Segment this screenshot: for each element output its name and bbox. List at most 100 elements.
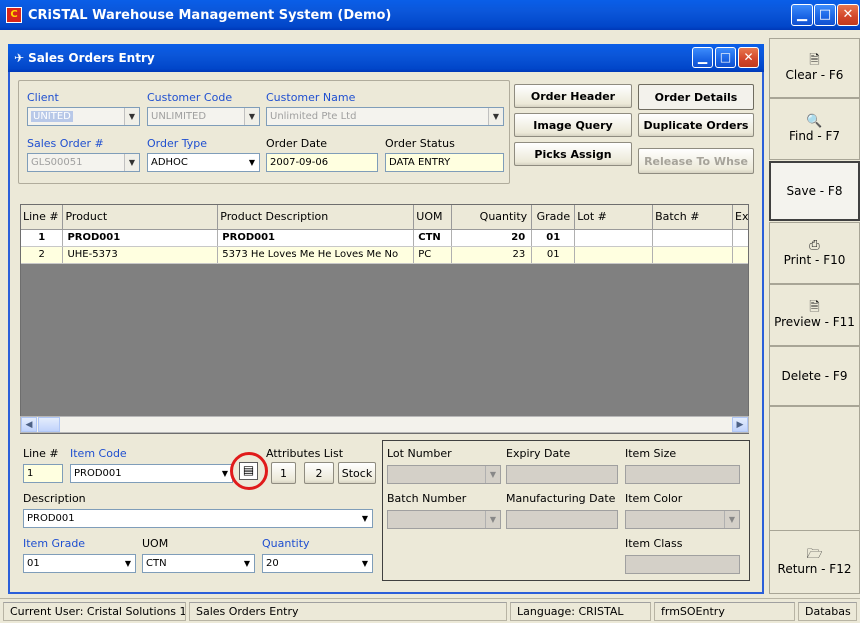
minimize-button[interactable]: ▁: [791, 4, 813, 26]
maximize-button[interactable]: □: [814, 4, 836, 26]
item-class-field[interactable]: [625, 555, 740, 574]
chevron-down-icon: ▼: [357, 555, 372, 572]
cell-product: UHE-5373: [62, 246, 219, 264]
print-preview-icon: 🗎: [809, 300, 820, 315]
close-button[interactable]: ✕: [837, 4, 859, 26]
cell-uom: PC: [413, 246, 453, 264]
order-status-value: DATA ENTRY: [389, 157, 451, 168]
description-label: Description: [23, 492, 86, 505]
customer-name-label: Customer Name: [266, 91, 356, 104]
column-header[interactable]: Product Description: [217, 205, 415, 230]
cell-batch: [652, 229, 733, 247]
uom-select[interactable]: CTN ▼: [142, 554, 255, 573]
order-date-field[interactable]: 2007-09-06: [266, 153, 378, 172]
batch-number-label: Batch Number: [387, 492, 467, 505]
delete-button[interactable]: Delete - F9: [769, 346, 860, 406]
clear-button[interactable]: 🗎 Clear - F6: [769, 38, 860, 98]
cell-grade: 01: [531, 246, 576, 264]
order-type-value: ADHOC: [151, 157, 188, 168]
client-select[interactable]: UNITED ▼: [27, 107, 140, 126]
column-header[interactable]: Ex: [732, 205, 748, 230]
column-header[interactable]: UOM: [413, 205, 453, 230]
order-status-label: Order Status: [385, 137, 455, 150]
child-minimize-button[interactable]: ▁: [692, 47, 713, 68]
column-header[interactable]: Batch #: [652, 205, 733, 230]
column-header[interactable]: Lot #: [574, 205, 654, 230]
binoculars-icon: 🔍: [806, 114, 823, 129]
column-header[interactable]: Grade: [531, 205, 576, 230]
item-code-label: Item Code: [70, 447, 127, 460]
status-bar: Current User: Cristal Solutions 1 Sales …: [0, 598, 860, 623]
column-header[interactable]: Line #: [21, 205, 64, 230]
cell-description: PROD001: [217, 229, 415, 247]
duplicate-orders-button[interactable]: Duplicate Orders: [638, 113, 754, 137]
batch-number-select[interactable]: ▼: [387, 510, 501, 529]
item-class-label: Item Class: [625, 537, 683, 550]
order-details-button[interactable]: Order Details: [638, 84, 754, 110]
order-status-field: DATA ENTRY: [385, 153, 504, 172]
table-row[interactable]: 1 PROD001 PROD001 CTN 20 01: [21, 229, 748, 247]
item-grade-value: 01: [27, 558, 40, 569]
item-color-select[interactable]: ▼: [625, 510, 740, 529]
chevron-down-icon: ▼: [124, 154, 139, 171]
status-form: frmSOEntry: [654, 602, 795, 621]
print-button[interactable]: ⎙ Print - F10: [769, 222, 860, 284]
app-title: CRiSTAL Warehouse Management System (Dem…: [28, 7, 392, 23]
order-type-select[interactable]: ADHOC ▼: [147, 153, 260, 172]
quantity-label: Quantity: [262, 537, 310, 550]
preview-label: Preview - F11: [774, 315, 855, 329]
uom-label: UOM: [142, 537, 169, 550]
child-maximize-button[interactable]: □: [715, 47, 736, 68]
app-title-bar: C CRiSTAL Warehouse Management System (D…: [0, 0, 860, 30]
child-title: Sales Orders Entry: [28, 51, 155, 65]
description-select[interactable]: PROD001 ▼: [23, 509, 373, 528]
clear-label: Clear - F6: [785, 68, 844, 82]
preview-button[interactable]: 🗎 Preview - F11: [769, 284, 860, 346]
quantity-value: 20: [266, 558, 279, 569]
expiry-date-field[interactable]: [506, 465, 618, 484]
line-value: 1: [27, 468, 34, 479]
attribute-1-button[interactable]: 1: [271, 462, 296, 484]
cell-quantity: 23: [451, 246, 533, 264]
customer-code-select[interactable]: UNLIMITED ▼: [147, 107, 260, 126]
grid-horizontal-scrollbar[interactable]: ◀ ▶: [20, 416, 749, 433]
new-document-icon: 🗎: [809, 53, 820, 68]
child-close-button[interactable]: ✕: [738, 47, 759, 68]
child-title-bar: ✈ Sales Orders Entry: [8, 44, 764, 72]
find-button[interactable]: 🔍 Find - F7: [769, 98, 860, 160]
item-grade-select[interactable]: 01 ▼: [23, 554, 136, 573]
scroll-right-icon[interactable]: ▶: [732, 417, 748, 432]
customer-name-select[interactable]: Unlimited Pte Ltd ▼: [266, 107, 504, 126]
save-button[interactable]: Save - F8: [769, 161, 860, 221]
item-size-field[interactable]: [625, 465, 740, 484]
column-header[interactable]: Product: [62, 205, 219, 230]
save-label: Save - F8: [786, 184, 843, 198]
cell-ex: [732, 246, 748, 264]
item-code-select[interactable]: PROD001 ▼: [70, 464, 233, 483]
print-label: Print - F10: [783, 253, 846, 267]
picks-assign-button[interactable]: Picks Assign: [514, 142, 632, 166]
release-to-whse-button[interactable]: Release To Whse: [638, 148, 754, 174]
stock-button[interactable]: Stock: [338, 462, 376, 484]
table-row[interactable]: 2 UHE-5373 5373 He Loves Me He Loves Me …: [21, 246, 748, 264]
expiry-date-label: Expiry Date: [506, 447, 571, 460]
quantity-select[interactable]: 20 ▼: [262, 554, 373, 573]
column-header[interactable]: Quantity: [451, 205, 533, 230]
image-query-button[interactable]: Image Query: [514, 113, 632, 137]
scroll-left-icon[interactable]: ◀: [21, 417, 37, 432]
lot-number-label: Lot Number: [387, 447, 452, 460]
lot-number-select[interactable]: ▼: [387, 465, 501, 484]
manufacturing-date-field[interactable]: [506, 510, 618, 529]
return-button[interactable]: 🗁 Return - F12: [769, 530, 860, 594]
cell-ex: [732, 229, 748, 247]
order-lines-grid[interactable]: Line # Product Product Description UOM Q…: [20, 204, 749, 434]
line-field[interactable]: 1: [23, 464, 63, 483]
attributes-list-label: Attributes List: [266, 447, 344, 460]
order-header-button[interactable]: Order Header: [514, 84, 632, 108]
scroll-thumb[interactable]: [38, 417, 60, 432]
sales-order-select[interactable]: GLS00051 ▼: [27, 153, 140, 172]
attribute-2-button[interactable]: 2: [304, 462, 334, 484]
client-label: Client: [27, 91, 59, 104]
order-date-label: Order Date: [266, 137, 328, 150]
return-folder-icon: 🗁: [806, 547, 823, 562]
